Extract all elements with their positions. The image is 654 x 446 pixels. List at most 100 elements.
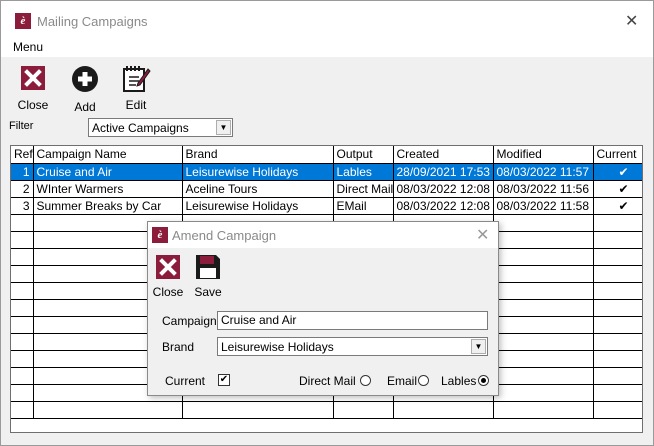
column-header-modified[interactable]: Modified	[493, 146, 594, 164]
column-header-brand[interactable]: Brand	[182, 146, 334, 164]
empty-cell	[11, 384, 34, 402]
radio-selected-dot	[481, 378, 486, 383]
column-header-current[interactable]: Current	[593, 146, 642, 164]
close-button[interactable]: Close	[13, 65, 53, 112]
empty-cell	[593, 333, 642, 351]
empty-cell	[11, 333, 34, 351]
table-row[interactable]: 2 WInter Warmers Aceline Tours Direct Ma…	[11, 180, 642, 198]
empty-cell	[593, 265, 642, 283]
cell-modified: 08/03/2022 11:58	[493, 197, 594, 215]
empty-cell	[11, 299, 34, 317]
window-close-icon[interactable]: ✕	[625, 11, 638, 31]
empty-cell	[593, 350, 642, 368]
dialog-close-label: Close	[152, 285, 184, 299]
app-logo-icon: è	[15, 13, 31, 29]
empty-cell	[493, 367, 594, 385]
empty-cell	[493, 299, 594, 317]
radio-lables[interactable]	[478, 375, 489, 386]
add-button[interactable]: Add	[65, 65, 105, 114]
empty-cell	[182, 401, 334, 419]
cell-ref: 2	[11, 180, 34, 198]
empty-cell	[593, 384, 642, 402]
filter-selected-value: Active Campaigns	[92, 121, 189, 135]
close-icon	[21, 66, 45, 90]
empty-table-row	[11, 401, 642, 419]
cell-campaign-name: WInter Warmers	[33, 180, 183, 198]
empty-cell	[493, 214, 594, 232]
table-row[interactable]: 1 Cruise and Air Leisurewise Holidays La…	[11, 163, 642, 181]
menu-item-menu[interactable]: Menu	[13, 40, 43, 54]
title-bar: è Mailing Campaigns ✕	[1, 1, 653, 37]
empty-cell	[593, 214, 642, 232]
empty-cell	[393, 401, 494, 419]
radio-email[interactable]	[418, 375, 429, 386]
brand-field-label: Brand	[162, 340, 195, 354]
cell-brand: Aceline Tours	[182, 180, 334, 198]
column-header-ref[interactable]: Ref	[11, 146, 34, 164]
empty-cell	[11, 367, 34, 385]
radio-label-direct-mail: Direct Mail	[299, 374, 356, 388]
brand-dropdown[interactable]: Leisurewise Holidays ▼	[217, 337, 488, 356]
save-button[interactable]: Save	[191, 254, 225, 299]
empty-cell	[593, 401, 642, 419]
close-button-label: Close	[17, 98, 49, 112]
save-icon	[196, 255, 220, 279]
dialog-close-button[interactable]: Close	[151, 254, 185, 299]
chevron-down-icon[interactable]: ▼	[471, 339, 486, 354]
empty-cell	[11, 265, 34, 283]
empty-cell	[493, 384, 594, 402]
cell-modified: 08/03/2022 11:56	[493, 180, 594, 198]
save-label: Save	[194, 285, 222, 299]
empty-cell	[593, 299, 642, 317]
add-icon	[72, 66, 98, 92]
empty-cell	[493, 316, 594, 334]
amend-campaign-dialog: è Amend Campaign ✕ Close Save Campaign C…	[147, 221, 499, 396]
brand-selected-value: Leisurewise Holidays	[221, 340, 334, 354]
cell-created: 08/03/2022 12:08	[393, 180, 494, 198]
empty-cell	[493, 282, 594, 300]
dialog-title: Amend Campaign	[172, 228, 277, 243]
current-checkbox[interactable]: ✔	[218, 374, 230, 386]
chevron-down-icon[interactable]: ▼	[216, 120, 231, 135]
cell-output: Direct Mail	[333, 180, 394, 198]
radio-label-email: Email	[387, 374, 418, 388]
campaign-input[interactable]: Cruise and Air	[217, 311, 488, 330]
mailing-campaigns-window: è Mailing Campaigns ✕ Menu Close Add Edi…	[0, 0, 654, 446]
dialog-close-icon[interactable]: ✕	[476, 225, 489, 245]
column-header-output[interactable]: Output	[333, 146, 394, 164]
empty-cell	[493, 333, 594, 351]
empty-cell	[493, 401, 594, 419]
column-header-created[interactable]: Created	[393, 146, 494, 164]
empty-cell	[33, 401, 183, 419]
close-icon	[156, 255, 180, 279]
radio-direct-mail[interactable]	[360, 375, 371, 386]
table-row[interactable]: 3 Summer Breaks by Car Leisurewise Holid…	[11, 197, 642, 215]
empty-cell	[493, 231, 594, 249]
empty-cell	[11, 316, 34, 334]
empty-cell	[11, 231, 34, 249]
empty-cell	[593, 231, 642, 249]
empty-cell	[11, 282, 34, 300]
menu-bar: Menu	[1, 37, 653, 57]
cell-current: ✔	[593, 163, 642, 181]
cell-ref: 1	[11, 163, 34, 181]
filter-dropdown[interactable]: Active Campaigns ▼	[88, 118, 233, 137]
cell-brand: Leisurewise Holidays	[182, 163, 334, 181]
cell-current: ✔	[593, 180, 642, 198]
edit-button-label: Edit	[125, 98, 147, 112]
empty-cell	[593, 316, 642, 334]
cell-campaign-name: Summer Breaks by Car	[33, 197, 183, 215]
column-header-campaign-name[interactable]: Campaign Name	[33, 146, 183, 164]
cell-campaign-name: Cruise and Air	[33, 163, 183, 181]
cell-created: 28/09/2021 17:53	[393, 163, 494, 181]
empty-cell	[593, 248, 642, 266]
cell-ref: 3	[11, 197, 34, 215]
grid-header-row: Ref Campaign Name Brand Output Created M…	[11, 146, 642, 164]
cell-output: Lables	[333, 163, 394, 181]
cell-modified: 08/03/2022 11:57	[493, 163, 594, 181]
empty-cell	[493, 248, 594, 266]
dialog-logo-icon: è	[152, 227, 168, 243]
cell-output: EMail	[333, 197, 394, 215]
cell-created: 08/03/2022 12:08	[393, 197, 494, 215]
edit-button[interactable]: Edit	[116, 63, 156, 112]
